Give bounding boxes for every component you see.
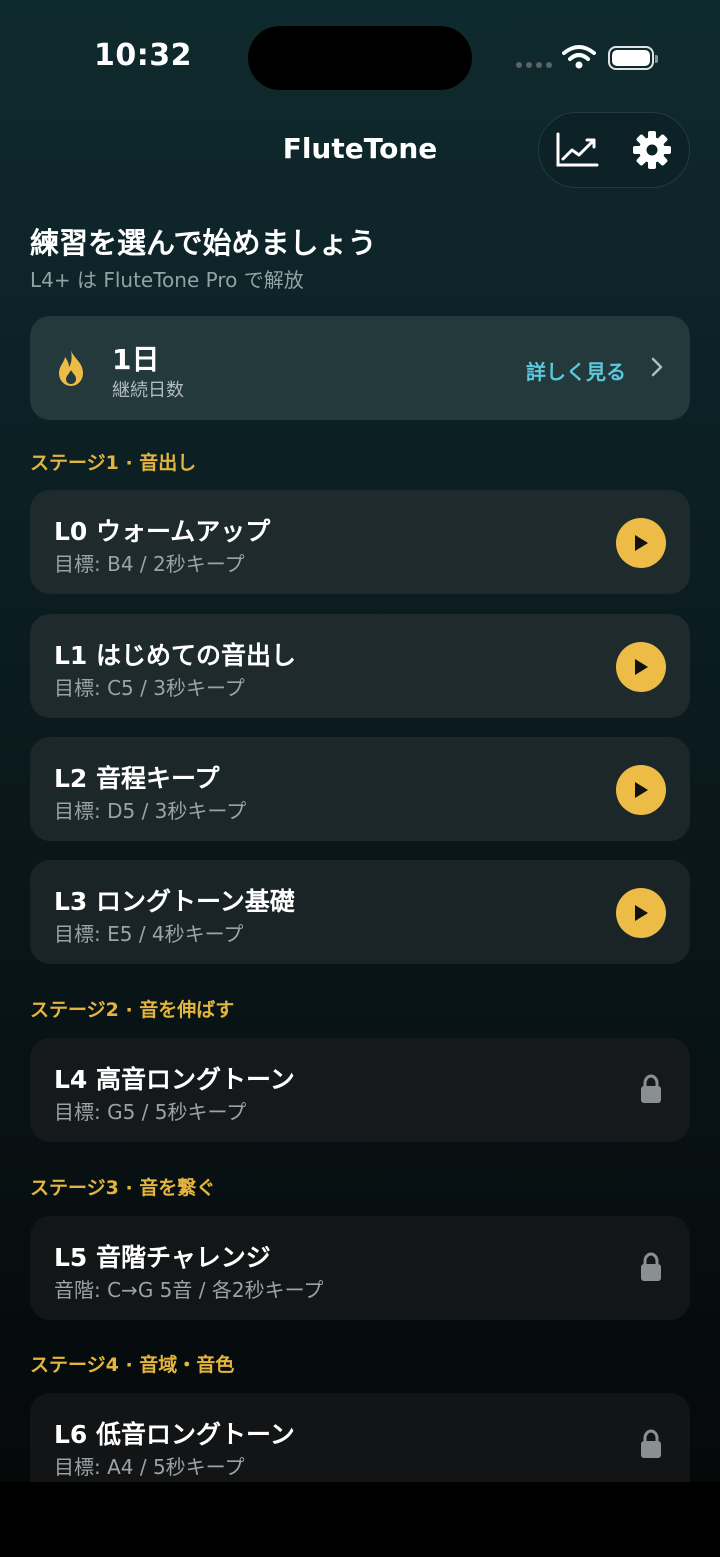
flame-icon [59,350,83,386]
lesson-subtitle: 目標: C5 / 3秒キープ [54,676,245,700]
lesson-card-l3[interactable]: L3 ロングトーン基礎 目標: E5 / 4秒キープ [30,860,690,964]
intro-title: 練習を選んで始めましょう [30,226,377,260]
play-icon [635,659,648,675]
play-icon [635,535,648,551]
lesson-title: L0 ウォームアップ [54,517,271,546]
chart-icon [556,132,598,167]
lesson-card-l4[interactable]: L4 高音ロングトーン 目標: G5 / 5秒キープ [30,1038,690,1142]
stats-button[interactable] [549,122,605,178]
lesson-card-l1[interactable]: L1 はじめての音出し 目標: C5 / 3秒キープ [30,614,690,718]
lesson-card-l2[interactable]: L2 音程キープ 目標: D5 / 3秒キープ [30,737,690,841]
gear-icon [632,131,671,169]
play-button[interactable] [616,642,666,692]
streak-label: 継続日数 [112,380,184,401]
play-button[interactable] [616,518,666,568]
header-actions [538,112,690,188]
battery-icon [608,46,658,70]
lesson-subtitle: 目標: A4 / 5秒キープ [54,1455,245,1479]
lesson-subtitle: 目標: D5 / 3秒キープ [54,799,247,823]
lock-icon [641,1252,661,1281]
intro-subtitle: L4+ は FluteTone Pro で解放 [30,268,304,292]
lesson-subtitle: 音階: C→G 5音 / 各2秒キープ [54,1278,324,1302]
lock-icon [641,1429,661,1458]
status-time: 10:32 [94,38,192,73]
lesson-title: L6 低音ロングトーン [54,1420,295,1449]
lesson-card-l0[interactable]: L0 ウォームアップ 目標: B4 / 2秒キープ [30,490,690,594]
section-header-stage-3: ステージ3 · 音を繋ぐ [30,1177,216,1199]
lesson-subtitle: 目標: G5 / 5秒キープ [54,1100,247,1124]
play-icon [635,905,648,921]
play-button[interactable] [616,765,666,815]
status-bar: 10:32 [0,0,720,110]
dynamic-island [248,26,472,90]
lesson-card-l5[interactable]: L5 音階チャレンジ 音階: C→G 5音 / 各2秒キープ [30,1216,690,1320]
lock-icon [641,1074,661,1103]
lesson-title: L1 はじめての音出し [54,641,297,670]
lesson-title: L5 音階チャレンジ [54,1243,271,1272]
play-icon [635,782,648,798]
cellular-signal-icon [516,62,552,68]
lesson-title: L4 高音ロングトーン [54,1065,295,1094]
bottom-mask [0,1482,720,1557]
section-header-stage-2: ステージ2 · 音を伸ばす [30,999,235,1021]
wifi-icon [562,45,596,69]
streak-details-link[interactable]: 詳しく見る [526,356,626,385]
play-button[interactable] [616,888,666,938]
lesson-title: L2 音程キープ [54,764,220,793]
settings-button[interactable] [624,122,680,178]
lesson-title: L3 ロングトーン基礎 [54,887,295,916]
lesson-subtitle: 目標: B4 / 2秒キープ [54,552,245,576]
section-header-stage-1: ステージ1 · 音出し [30,452,197,474]
section-header-stage-4: ステージ4 · 音域・音色 [30,1354,235,1376]
lesson-subtitle: 目標: E5 / 4秒キープ [54,922,244,946]
streak-card[interactable]: 1日 継続日数 詳しく見る [30,316,690,420]
chevron-right-icon [651,357,663,377]
streak-count: 1日 [112,343,160,376]
